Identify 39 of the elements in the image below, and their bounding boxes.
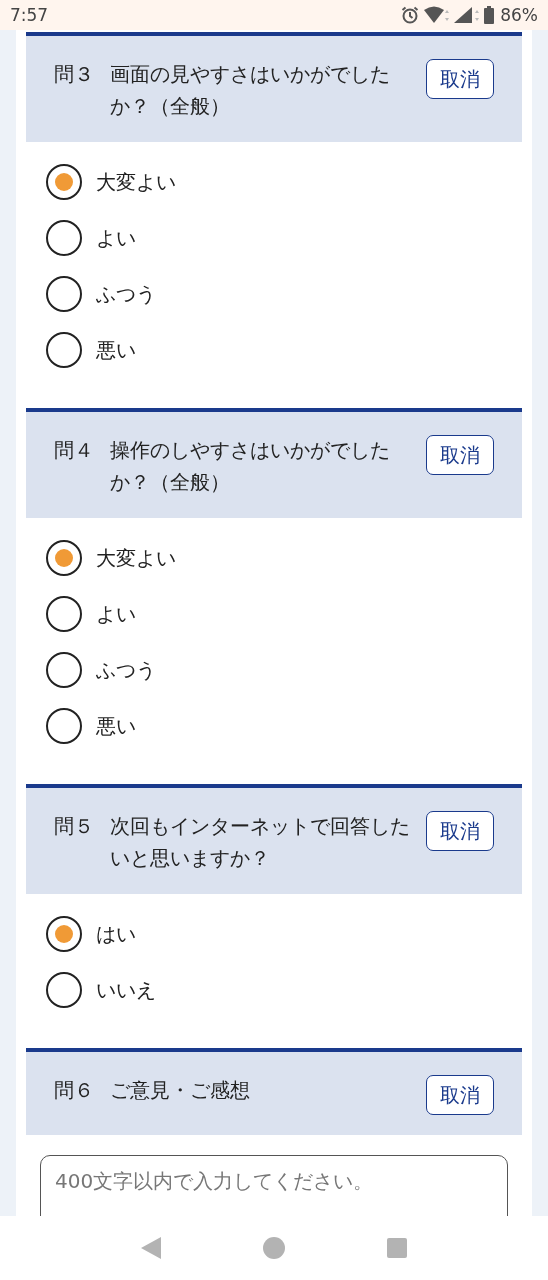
cancel-button[interactable]: 取消 <box>426 435 494 475</box>
alarm-icon <box>400 5 421 25</box>
cancel-button[interactable]: 取消 <box>426 1075 494 1115</box>
radio-button[interactable] <box>46 596 82 632</box>
radio-button[interactable] <box>46 164 82 200</box>
option-label[interactable]: ふつう <box>96 656 156 684</box>
option-label[interactable]: ふつう <box>96 280 156 308</box>
option-label[interactable]: いいえ <box>96 976 156 1004</box>
question-number: 問６ <box>54 1077 95 1104</box>
question-number: 問５ <box>54 813 95 840</box>
option-label[interactable]: よい <box>96 600 136 628</box>
option-label[interactable]: 大変よい <box>96 168 176 196</box>
question-number: 問３ <box>54 61 95 88</box>
question-text: 画面の見やすさはいかがでしたか？（全般） <box>110 61 391 120</box>
option-label[interactable]: よい <box>96 224 136 252</box>
cancel-button[interactable]: 取消 <box>426 59 494 99</box>
option-label[interactable]: 悪い <box>96 336 136 364</box>
radio-button[interactable] <box>46 332 82 368</box>
radio-button[interactable] <box>46 708 82 744</box>
question-text: 次回もインターネットで回答したいと思いますか？ <box>110 813 410 872</box>
question-number: 問４ <box>54 437 95 464</box>
option-label[interactable]: はい <box>96 920 136 948</box>
option-label[interactable]: 大変よい <box>96 544 176 572</box>
radio-button[interactable] <box>46 916 82 952</box>
battery-icon <box>484 6 495 24</box>
cancel-button[interactable]: 取消 <box>426 811 494 851</box>
radio-button[interactable] <box>46 220 82 256</box>
question-text: ご意見・ご感想 <box>110 1077 251 1104</box>
signal-icon <box>454 6 481 24</box>
clock-time: 7:57 <box>10 5 49 25</box>
question-text: 操作のしやすさはいかがでしたか？（全般） <box>110 437 391 496</box>
radio-button[interactable] <box>46 972 82 1008</box>
radio-button[interactable] <box>46 540 82 576</box>
comment-field[interactable]: 400文字以内で入力してください。 <box>40 1155 508 1216</box>
radio-button[interactable] <box>46 276 82 312</box>
radio-button[interactable] <box>46 652 82 688</box>
option-label[interactable]: 悪い <box>96 712 136 740</box>
wifi-icon <box>424 6 451 24</box>
battery-percent: 86% <box>500 5 538 25</box>
